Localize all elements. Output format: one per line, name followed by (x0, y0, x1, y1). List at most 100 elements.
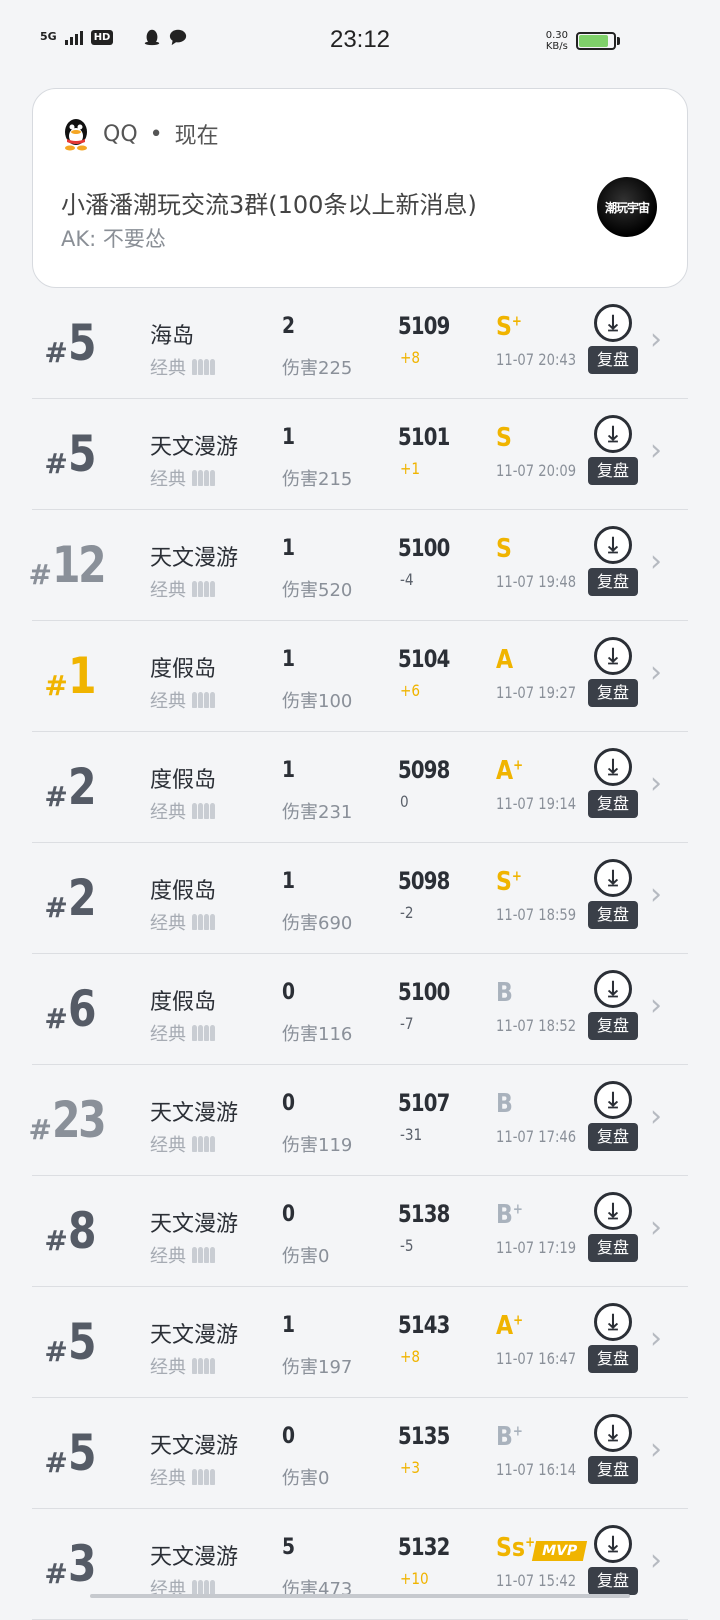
replay-button[interactable]: ⤓ 复盘 (588, 1192, 640, 1272)
rank-badge: #23 (28, 1065, 112, 1175)
match-row[interactable]: #3 天文漫游 经典 5 伤害473 5132 +10 Ss+ MVP 11-0… (32, 1509, 688, 1620)
chevron-right-icon[interactable]: › (650, 1099, 662, 1134)
match-row[interactable]: #5 天文漫游 经典 0 伤害0 5135 +3 B+ 11-07 16:14 … (32, 1398, 688, 1509)
download-icon: ⤓ (594, 526, 632, 564)
qq-notification[interactable]: QQ • 现在 小潘潘潮玩交流3群(100条以上新消息) AK: 不要怂 潮玩宇… (32, 88, 688, 288)
mode-label: 经典 (150, 1242, 215, 1268)
chevron-right-icon[interactable]: › (650, 1210, 662, 1245)
chevron-right-icon[interactable]: › (650, 1321, 662, 1356)
chevron-right-icon[interactable]: › (650, 544, 662, 579)
replay-label: 复盘 (588, 568, 638, 596)
chevron-right-icon[interactable]: › (650, 433, 662, 468)
notification-time: 现在 (174, 124, 219, 149)
grade-letter: Ss (496, 1533, 526, 1563)
mode-text: 经典 (150, 1024, 186, 1045)
mode-text: 经典 (150, 691, 186, 712)
rating-score: 5107 (398, 1089, 450, 1117)
mode-text: 经典 (150, 1468, 186, 1489)
grade-plus: + (511, 313, 522, 330)
replay-label: 复盘 (588, 1234, 638, 1262)
download-icon: ⤓ (594, 304, 632, 342)
match-row[interactable]: #8 天文漫游 经典 0 伤害0 5138 -5 B+ 11-07 17:19 … (32, 1176, 688, 1287)
match-time: 11-07 16:14 (496, 1460, 577, 1479)
mode-label: 经典 (150, 1464, 215, 1490)
replay-button[interactable]: ⤓ 复盘 (588, 304, 640, 384)
chevron-right-icon[interactable]: › (650, 988, 662, 1023)
rating-score: 5100 (398, 978, 450, 1006)
damage-value: 伤害215 (282, 469, 353, 490)
speed-value: 0.30 (545, 30, 568, 41)
replay-label: 复盘 (588, 901, 638, 929)
rank-badge: #12 (28, 510, 112, 620)
rating-delta: +8 (400, 1347, 421, 1366)
rank-hash: # (44, 890, 68, 924)
map-name: 天文漫游 (150, 1323, 239, 1348)
grade-letter: B (496, 1089, 513, 1119)
map-name: 度假岛 (150, 768, 217, 793)
chevron-right-icon[interactable]: › (650, 1432, 662, 1467)
rank-hash: # (28, 557, 52, 591)
chevron-right-icon[interactable]: › (650, 1543, 662, 1578)
rank-number: 8 (67, 1202, 97, 1260)
match-time: 11-07 17:46 (496, 1127, 577, 1146)
match-time: 11-07 18:52 (496, 1016, 577, 1035)
grade-badge: B+ (496, 1200, 523, 1230)
rank-hash: # (44, 1445, 68, 1479)
damage-value: 伤害116 (282, 1024, 353, 1045)
squad-icon (192, 1136, 215, 1152)
rating-score: 5098 (398, 756, 450, 784)
match-row[interactable]: #2 度假岛 经典 1 伤害690 5098 -2 S+ 11-07 18:59… (32, 843, 688, 954)
rank-number: 1 (67, 647, 97, 705)
replay-button[interactable]: ⤓ 复盘 (588, 1414, 640, 1494)
kills-count: 0 (282, 980, 296, 1005)
mode-text: 经典 (150, 469, 186, 490)
rating-score: 5132 (398, 1533, 450, 1561)
match-row[interactable]: #1 度假岛 经典 1 伤害100 5104 +6 A 11-07 19:27 … (32, 621, 688, 732)
grade-badge: S+ (496, 312, 522, 342)
grade-badge: B (496, 1089, 513, 1119)
match-time: 11-07 19:48 (496, 572, 577, 591)
replay-button[interactable]: ⤓ 复盘 (588, 637, 640, 717)
rank-hash: # (44, 1334, 68, 1368)
chevron-right-icon[interactable]: › (650, 877, 662, 912)
chevron-right-icon[interactable]: › (650, 655, 662, 690)
replay-button[interactable]: ⤓ 复盘 (588, 748, 640, 828)
kills-count: 1 (282, 758, 296, 783)
grade-plus: + (512, 1201, 523, 1218)
notification-app-name: QQ (103, 121, 138, 147)
replay-button[interactable]: ⤓ 复盘 (588, 415, 640, 495)
squad-icon (192, 692, 215, 708)
replay-button[interactable]: ⤓ 复盘 (588, 859, 640, 939)
rank-number: 12 (51, 536, 107, 594)
rating-delta: -7 (400, 1014, 414, 1033)
match-row[interactable]: #12 天文漫游 经典 1 伤害520 5100 -4 S 11-07 19:4… (28, 510, 688, 621)
rank-number: 2 (67, 758, 97, 816)
rating-delta: -31 (400, 1125, 423, 1144)
rank-hash: # (44, 1556, 68, 1590)
chevron-right-icon[interactable]: › (650, 322, 662, 357)
rank-hash: # (44, 446, 68, 480)
chevron-right-icon[interactable]: › (650, 766, 662, 801)
notification-header: QQ • 现在 (61, 117, 219, 151)
horizontal-scrollbar (90, 1594, 630, 1598)
replay-button[interactable]: ⤓ 复盘 (588, 526, 640, 606)
replay-button[interactable]: ⤓ 复盘 (588, 1303, 640, 1383)
replay-button[interactable]: ⤓ 复盘 (588, 1525, 640, 1605)
grade-badge: S (496, 534, 512, 564)
match-row[interactable]: #23 天文漫游 经典 0 伤害119 5107 -31 B 11-07 17:… (28, 1065, 688, 1176)
replay-button[interactable]: ⤓ 复盘 (588, 970, 640, 1050)
replay-button[interactable]: ⤓ 复盘 (588, 1081, 640, 1161)
match-row[interactable]: #2 度假岛 经典 1 伤害231 5098 0 A+ 11-07 19:14 … (32, 732, 688, 843)
battery-icon (576, 32, 620, 50)
match-row[interactable]: #5 天文漫游 经典 1 伤害197 5143 +8 A+ 11-07 16:4… (32, 1287, 688, 1398)
match-time: 11-07 19:14 (496, 794, 577, 813)
mode-text: 经典 (150, 1135, 186, 1156)
mode-text: 经典 (150, 913, 186, 934)
match-row[interactable]: #6 度假岛 经典 0 伤害116 5100 -7 B 11-07 18:52 … (32, 954, 688, 1065)
match-row[interactable]: #5 海岛 经典 2 伤害225 5109 +8 S+ 11-07 20:43 … (32, 288, 688, 399)
match-row[interactable]: #5 天文漫游 经典 1 伤害215 5101 +1 S 11-07 20:09… (32, 399, 688, 510)
rank-number: 3 (67, 1535, 97, 1593)
map-name: 度假岛 (150, 657, 217, 682)
squad-icon (192, 359, 215, 375)
rank-number: 5 (67, 1313, 97, 1371)
